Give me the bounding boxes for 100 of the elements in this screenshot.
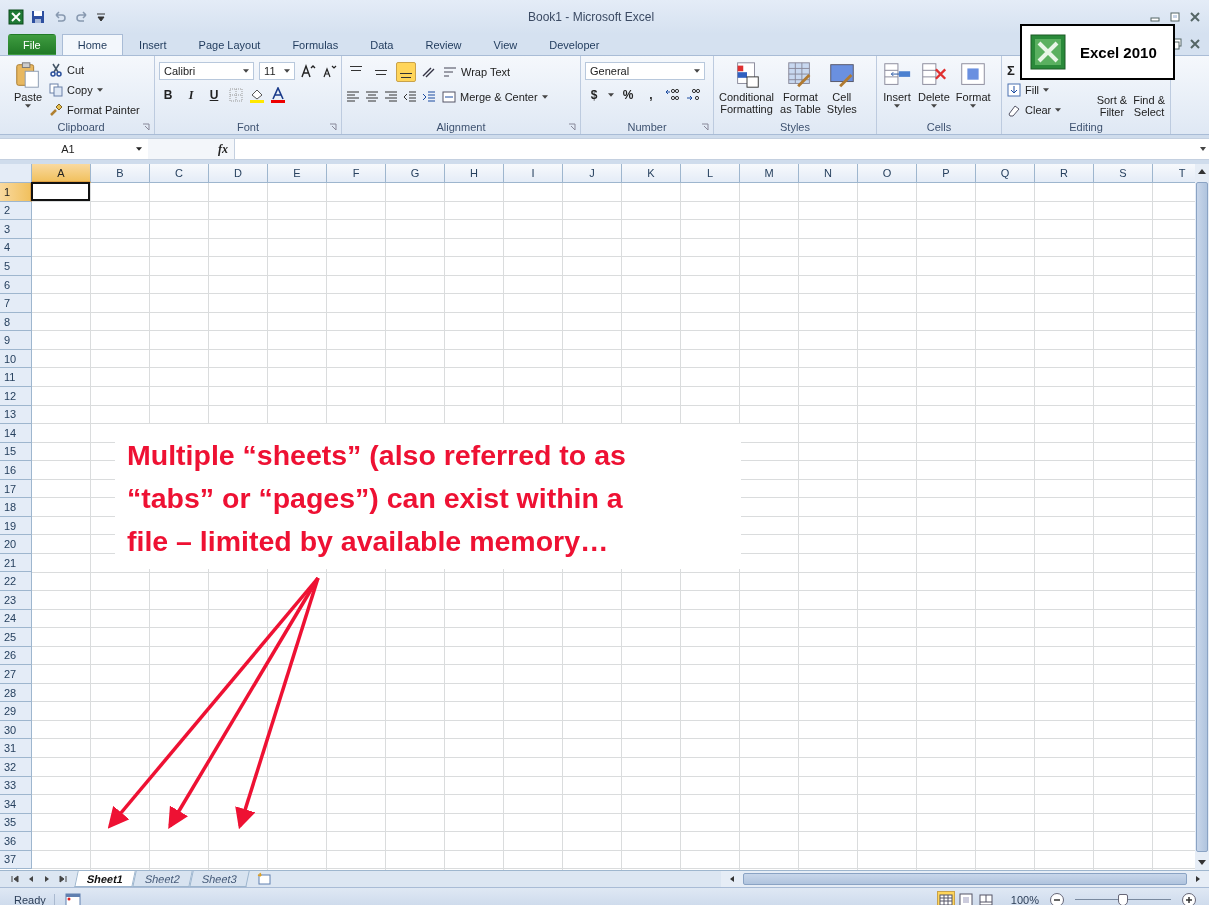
file-tab[interactable]: File [8,34,56,55]
paste-button[interactable]: Paste [12,59,44,119]
sheet-tab[interactable]: Sheet1 [74,871,136,887]
cells-button[interactable]: Insert [881,59,913,119]
ribbon-tab[interactable]: Data [354,34,410,55]
row-header[interactable]: 18 [0,498,32,517]
view-button[interactable] [956,890,975,905]
row-header[interactable]: 5 [0,257,32,276]
sheet-tab[interactable]: Sheet2 [132,871,193,887]
column-header[interactable]: D [209,164,268,183]
row-header[interactable]: 14 [0,424,32,443]
cells-button[interactable]: Format [954,59,992,119]
dialog-launcher-icon[interactable] [701,122,709,131]
font-size-field[interactable]: 11 [259,62,295,80]
column-header[interactable]: N [799,164,858,183]
row-header[interactable]: 9 [0,331,32,350]
ribbon-tab[interactable]: Review [409,34,478,55]
column-header[interactable]: P [917,164,976,183]
style-button[interactable]: Format as Table [779,59,822,119]
currency-button[interactable]: $ [585,86,603,104]
align-center-icon[interactable] [365,90,379,104]
save-icon[interactable] [30,9,46,25]
close-icon[interactable] [1189,38,1201,50]
ribbon-tab[interactable]: Page Layout [182,34,277,55]
dialog-launcher-icon[interactable] [142,122,150,131]
customize-toolbar-icon[interactable] [96,12,106,22]
caret-icon[interactable] [608,93,614,97]
style-button[interactable]: Conditional Formatting [718,59,776,119]
column-header[interactable]: O [858,164,917,183]
increase-indent-icon[interactable] [422,90,436,104]
fill-button[interactable]: Fill [1006,81,1063,99]
row-header[interactable]: 36 [0,832,32,851]
bold-button[interactable]: B [159,86,177,104]
column-header[interactable]: R [1035,164,1094,183]
selected-cell[interactable] [31,182,90,201]
row-header[interactable]: 12 [0,387,32,406]
zoom-in-icon[interactable] [1181,891,1197,905]
row-header[interactable]: 1 [0,183,32,202]
column-header[interactable]: M [740,164,799,183]
grow-font-icon[interactable] [300,63,316,79]
column-header[interactable]: L [681,164,740,183]
excel-app-icon[interactable] [8,9,24,25]
last-sheet-icon[interactable] [58,874,68,884]
cells-button[interactable]: Delete [917,59,951,119]
name-box[interactable]: A1 [0,140,148,158]
ribbon-tab[interactable]: Home [61,34,124,55]
shrink-font-icon[interactable] [321,63,337,79]
column-header[interactable]: A [32,164,91,183]
column-header[interactable]: E [268,164,327,183]
row-header[interactable]: 20 [0,535,32,554]
row-header[interactable]: 31 [0,739,32,758]
dialog-launcher-icon[interactable] [568,122,576,131]
row-header[interactable]: 22 [0,572,32,592]
row-header[interactable]: 7 [0,294,32,313]
column-header[interactable]: Q [976,164,1035,183]
wrap-text-button[interactable]: Wrap Text [442,63,512,81]
font-color-icon[interactable] [270,87,286,103]
row-header[interactable]: 16 [0,461,32,480]
column-header[interactable]: J [563,164,622,183]
zoom-out-icon[interactable] [1049,891,1065,905]
find-select-button[interactable]: Find & Select [1132,93,1166,119]
insert-function-button[interactable]: fx [218,141,228,157]
merge-center-button[interactable]: Merge & Center [441,88,549,106]
column-header[interactable]: F [327,164,386,183]
scrollbar-thumb[interactable] [1196,182,1208,852]
increase-decimal-icon[interactable] [665,87,681,103]
copy-button[interactable]: Copy [48,81,141,99]
autosum-button[interactable]: Σ [1006,61,1016,79]
align-left-icon[interactable] [346,90,360,104]
sheet-tab[interactable]: Sheet3 [189,871,250,887]
view-button[interactable] [936,890,955,905]
scrollbar-thumb[interactable] [743,873,1187,885]
ribbon-tab[interactable]: Insert [123,34,183,55]
ribbon-tab[interactable]: View [477,34,534,55]
align-button[interactable] [396,62,416,82]
align-right-icon[interactable] [384,90,398,104]
close-icon[interactable] [1189,11,1201,23]
first-sheet-icon[interactable] [10,874,20,884]
decrease-indent-icon[interactable] [403,90,417,104]
row-header[interactable]: 25 [0,628,32,647]
comma-button[interactable]: , [642,86,660,104]
ribbon-tab[interactable]: Developer [533,34,616,55]
decrease-decimal-icon[interactable] [686,87,702,103]
sort-filter-button[interactable]: Sort & Filter [1095,93,1129,119]
font-name-field[interactable]: Calibri [159,62,255,80]
format-painter-button[interactable]: Format Painter [48,101,141,119]
italic-button[interactable]: I [182,86,200,104]
cut-button[interactable]: Cut [48,61,141,79]
clear-button[interactable]: Clear [1006,101,1063,119]
row-header[interactable]: 34 [0,795,32,814]
column-header[interactable]: G [386,164,445,183]
row-header[interactable]: 3 [0,220,32,239]
record-macro-icon[interactable] [64,891,81,905]
ribbon-tab[interactable]: Formulas [276,34,355,55]
column-header[interactable]: K [622,164,681,183]
number-format-field[interactable]: General [585,62,705,80]
zoom-slider-thumb[interactable] [1118,893,1128,905]
row-header[interactable]: 29 [0,702,32,721]
fill-color-icon[interactable] [249,87,265,103]
row-header[interactable]: 23 [0,591,32,610]
